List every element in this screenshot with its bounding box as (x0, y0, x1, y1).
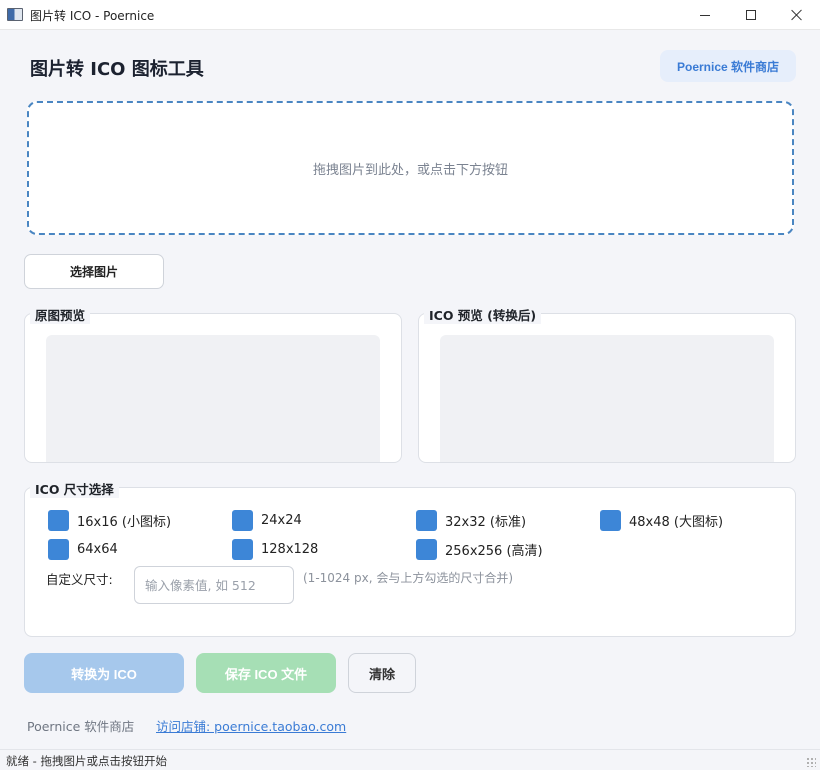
checkbox-24[interactable] (232, 510, 253, 531)
window-title: 图片转 ICO - Poernice (30, 9, 155, 23)
title-bar: 图片转 ICO - Poernice (0, 0, 820, 30)
clear-button[interactable]: 清除 (348, 653, 416, 693)
size-selection-panel: ICO 尺寸选择 16x16 (小图标) 24x24 32x32 (标准) 48… (24, 479, 796, 637)
size-selection-title: ICO 尺寸选择 (30, 479, 119, 498)
store-button[interactable]: Poernice 软件商店 (660, 50, 796, 82)
status-text: 就绪 - 拖拽图片或点击按钮开始 (6, 754, 167, 768)
footer-store-label: Poernice 软件商店 (27, 719, 135, 734)
size-option-label: 48x48 (大图标) (629, 515, 724, 530)
original-preview-area (46, 335, 380, 462)
size-option-label: 32x32 (标准) (445, 515, 527, 530)
save-button[interactable]: 保存 ICO 文件 (196, 653, 336, 693)
original-preview-title: 原图预览 (30, 305, 91, 324)
convert-button[interactable]: 转换为 ICO (24, 653, 184, 693)
size-option-label: 24x24 (261, 513, 302, 528)
ico-preview-area (440, 335, 774, 462)
checkbox-32[interactable] (416, 510, 437, 531)
custom-size-hint: (1-1024 px, 会与上方勾选的尺寸合并) (303, 571, 514, 585)
close-icon (791, 9, 803, 21)
status-bar: 就绪 - 拖拽图片或点击按钮开始 (0, 749, 820, 770)
size-option-128[interactable]: 128x128 (232, 539, 318, 560)
size-option-64[interactable]: 64x64 (48, 539, 118, 560)
store-link[interactable]: 访问店铺: poernice.taobao.com (156, 716, 346, 735)
size-option-label: 64x64 (77, 542, 118, 557)
ico-preview-panel: ICO 预览 (转换后) (418, 305, 796, 463)
size-option-label: 128x128 (261, 542, 319, 557)
size-option-32[interactable]: 32x32 (标准) (416, 510, 526, 531)
minimize-icon (700, 14, 710, 16)
checkbox-64[interactable] (48, 539, 69, 560)
checkbox-16[interactable] (48, 510, 69, 531)
resize-grip-icon[interactable] (806, 757, 816, 767)
checkbox-48[interactable] (600, 510, 621, 531)
size-option-24[interactable]: 24x24 (232, 510, 302, 531)
app-icon (7, 8, 23, 21)
drop-zone-hint: 拖拽图片到此处，或点击下方按钮 (312, 162, 508, 178)
ico-preview-title: ICO 预览 (转换后) (424, 305, 542, 324)
checkbox-128[interactable] (232, 539, 253, 560)
maximize-button[interactable] (728, 0, 774, 30)
select-image-button[interactable]: 选择图片 (24, 254, 164, 289)
checkbox-256[interactable] (416, 539, 437, 560)
close-button[interactable] (774, 0, 820, 30)
custom-size-input[interactable] (134, 566, 294, 604)
size-option-16[interactable]: 16x16 (小图标) (48, 510, 171, 531)
page-title: 图片转 ICO 图标工具 (30, 59, 204, 80)
size-option-256[interactable]: 256x256 (高清) (416, 539, 543, 560)
drop-zone[interactable]: 拖拽图片到此处，或点击下方按钮 (27, 101, 794, 235)
minimize-button[interactable] (682, 0, 728, 30)
size-option-48[interactable]: 48x48 (大图标) (600, 510, 723, 531)
custom-size-label: 自定义尺寸: (46, 572, 113, 587)
maximize-icon (746, 10, 756, 20)
size-option-label: 256x256 (高清) (445, 544, 543, 559)
size-option-label: 16x16 (小图标) (77, 515, 172, 530)
original-preview-panel: 原图预览 (24, 305, 402, 463)
